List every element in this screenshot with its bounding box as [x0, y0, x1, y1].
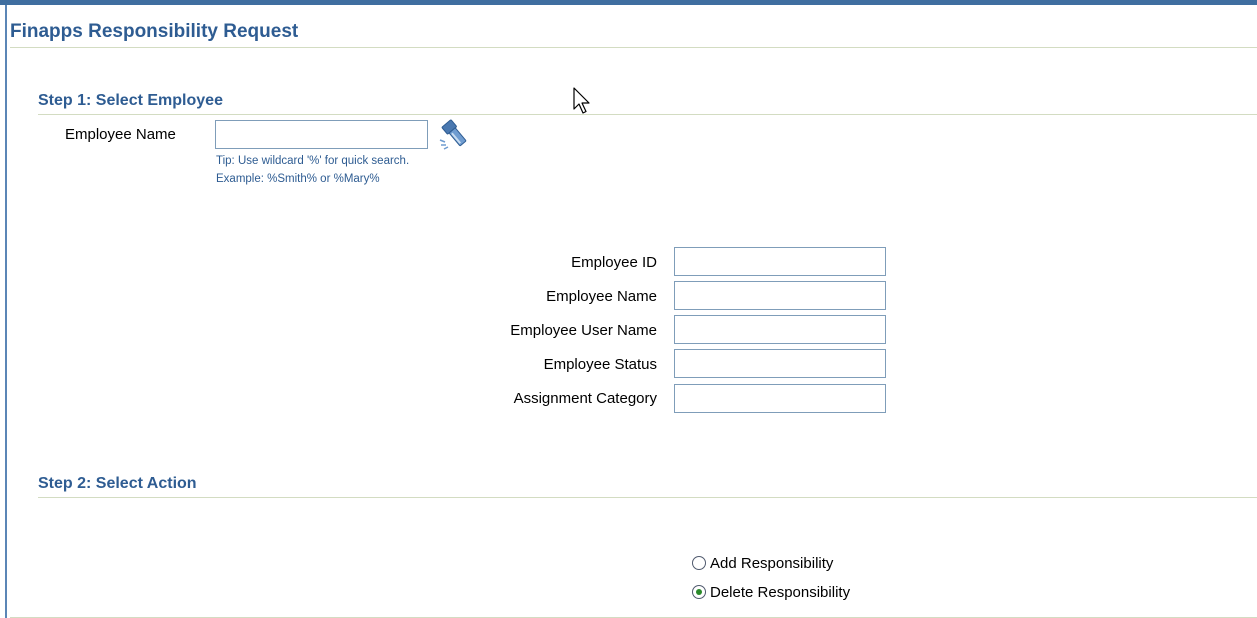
search-tip-line2: Example: %Smith% or %Mary% — [216, 173, 380, 185]
assignment-category-field[interactable] — [674, 384, 886, 413]
search-tip-line1: Tip: Use wildcard '%' for quick search. — [216, 155, 410, 167]
employee-user-name-field[interactable] — [674, 315, 886, 344]
employee-status-label: Employee Status — [543, 356, 657, 373]
employee-name-search-input[interactable] — [215, 120, 428, 149]
page-title: Finapps Responsibility Request — [10, 21, 299, 42]
radio-selected-dot — [696, 589, 702, 595]
employee-name-label: Employee Name — [546, 288, 657, 305]
assignment-category-label: Assignment Category — [513, 390, 657, 407]
delete-responsibility-radio[interactable]: Delete Responsibility — [692, 582, 850, 602]
employee-name-search-label: Employee Name — [65, 126, 176, 143]
left-border — [5, 5, 7, 618]
employee-user-name-label: Employee User Name — [510, 322, 657, 339]
delete-responsibility-label: Delete Responsibility — [710, 583, 851, 601]
radio-unchecked-icon[interactable] — [692, 556, 706, 570]
step1-divider — [38, 114, 1257, 115]
employee-status-field[interactable] — [674, 349, 886, 378]
title-divider — [10, 47, 1257, 48]
add-responsibility-label: Add Responsibility — [710, 554, 834, 572]
flashlight-search-icon[interactable] — [437, 118, 475, 152]
add-responsibility-radio[interactable]: Add Responsibility — [692, 553, 833, 573]
step2-header: Step 2: Select Action — [38, 475, 197, 492]
step1-header: Step 1: Select Employee — [38, 92, 223, 109]
employee-name-field[interactable] — [674, 281, 886, 310]
radio-checked-icon[interactable] — [692, 585, 706, 599]
employee-id-field[interactable] — [674, 247, 886, 276]
mouse-pointer-icon — [572, 87, 592, 117]
employee-id-label: Employee ID — [571, 254, 657, 271]
step2-divider — [38, 497, 1257, 498]
top-accent-bar — [0, 0, 1257, 5]
